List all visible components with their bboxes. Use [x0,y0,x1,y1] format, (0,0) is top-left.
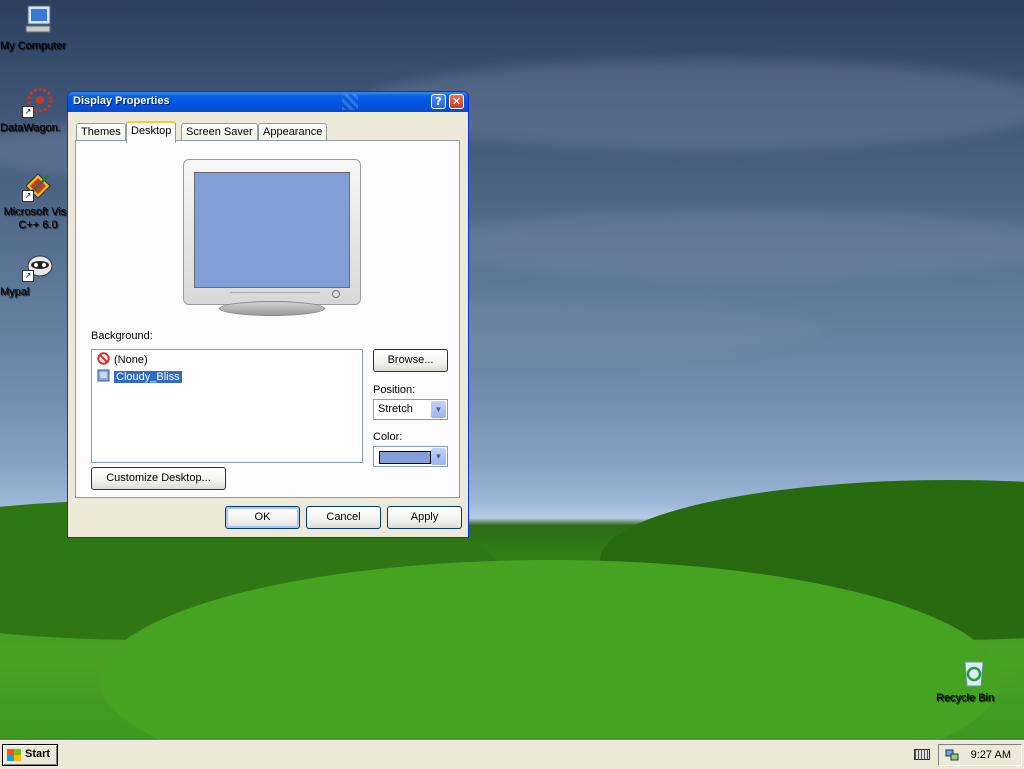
display-properties-window: Display Properties ? ✕ Themes Desktop Sc… [67,91,469,538]
position-select[interactable]: Stretch ▼ [373,399,448,420]
list-item[interactable]: (None) [97,352,148,368]
shortcut-arrow-icon: ↗ [22,106,34,118]
desktop-icon-visual-cpp[interactable]: ↗ Microsoft Visu C++ 6.0 [0,170,76,231]
browse-button[interactable]: Browse... [373,349,448,372]
tab-desktop[interactable]: Desktop [126,121,177,143]
customize-desktop-button[interactable]: Customize Desktop... [91,467,226,490]
keyboard-icon[interactable] [914,749,930,760]
taskbar: Start 9:27 AM [0,740,1024,769]
color-picker[interactable]: ▼ [373,446,448,467]
network-icon[interactable] [945,748,959,762]
desktop-icon-recycle-bin[interactable]: Recycle Bin [936,656,1012,704]
system-tray: 9:27 AM [938,744,1022,766]
power-button-icon [332,290,340,298]
monitor-screen [194,172,350,288]
list-item[interactable]: Cloudy_Bliss [97,369,182,385]
none-icon [97,352,110,365]
position-value: Stretch [378,403,413,415]
desktop-icon-my-computer[interactable]: My Computer [0,4,76,52]
monitor-preview [183,159,361,316]
apply-button[interactable]: Apply [387,506,462,529]
monitor-bezel [183,159,361,305]
shortcut-arrow-icon: ↗ [22,270,34,282]
color-label: Color: [373,431,403,443]
window-title: Display Properties [73,95,170,107]
titlebar-pattern [342,94,358,110]
start-button[interactable]: Start [2,744,58,766]
color-swatch [379,451,431,464]
recycle-bin-icon [958,656,990,688]
tab-screen-saver[interactable]: Screen Saver [181,123,258,141]
mypal-icon: ↗ [22,250,54,282]
monitor-stand [219,301,325,316]
image-file-icon [97,369,110,382]
desktop-icon-datawagon[interactable]: ↗ DataWagon. [0,86,76,134]
desktop-tab-panel: Background: (None) Cloudy_Bliss Browse..… [75,140,460,498]
background-list[interactable]: (None) Cloudy_Bliss [91,349,363,463]
shortcut-arrow-icon: ↗ [22,190,34,202]
position-label: Position: [373,384,416,396]
datawagon-icon: ↗ [22,86,54,118]
cancel-button[interactable]: Cancel [306,506,381,529]
visual-cpp-icon: ↗ [22,170,54,202]
my-computer-icon [22,4,54,36]
chevron-down-icon[interactable]: ▼ [431,448,446,465]
tab-themes[interactable]: Themes [76,123,126,141]
close-button[interactable]: ✕ [449,94,464,109]
tab-appearance[interactable]: Appearance [258,123,328,141]
ok-button[interactable]: OK [225,506,300,529]
chevron-down-icon[interactable]: ▼ [431,401,446,418]
desktop-icon-mypal[interactable]: ↗ Mypal [0,250,76,298]
desktop: My Computer ↗ DataWagon. ↗ Microsoft Vis… [0,0,1024,740]
clock[interactable]: 9:27 AM [971,749,1011,761]
monitor-vent [230,292,320,299]
help-button[interactable]: ? [431,94,446,109]
background-label: Background: [91,330,153,342]
title-bar[interactable]: Display Properties ? ✕ [68,92,468,112]
windows-logo-icon [7,749,21,761]
